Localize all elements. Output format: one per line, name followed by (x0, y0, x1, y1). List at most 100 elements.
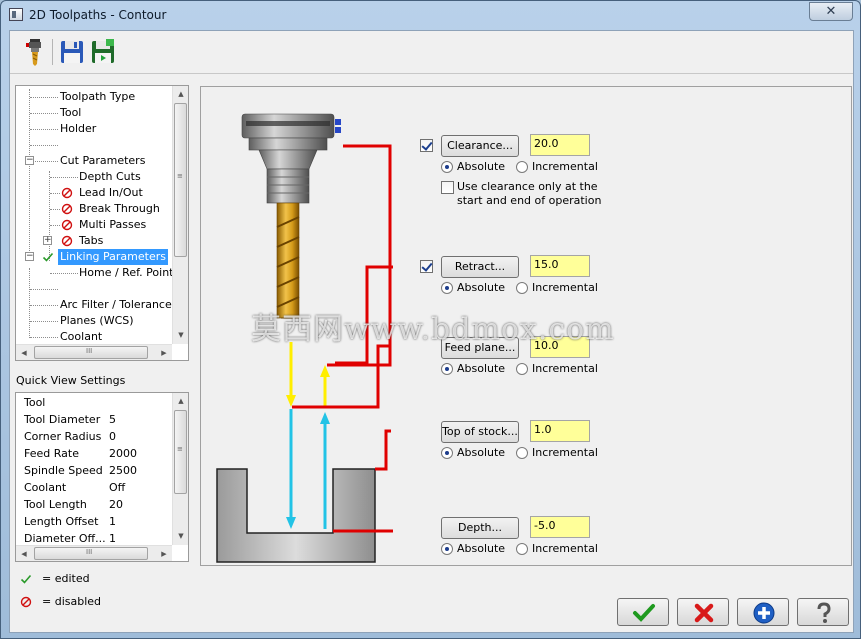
tree-line (30, 337, 58, 338)
retract-incremental-radio[interactable] (516, 282, 528, 294)
tree-item-depth-cuts[interactable]: Depth Cuts (79, 169, 141, 185)
scroll-up-arrow-icon[interactable]: ▲ (173, 393, 189, 409)
depth-button[interactable]: Depth... (441, 517, 519, 539)
retract-absolute-radio[interactable] (441, 282, 453, 294)
qv-label: Feed Rate (24, 447, 79, 460)
cancel-button[interactable] (677, 598, 729, 626)
scroll-up-arrow-icon[interactable]: ▲ (173, 86, 189, 102)
qv-row: Coolant Off (24, 479, 125, 496)
rapid-arrows (286, 409, 330, 529)
scroll-right-arrow-icon[interactable]: ▶ (156, 546, 172, 562)
clearance-start-end-only-checkbox[interactable] (441, 181, 454, 194)
depth-input[interactable]: -5.0 (530, 516, 590, 538)
ok-button[interactable] (617, 598, 669, 626)
expand-tabs-icon[interactable]: + (43, 236, 52, 245)
tree-item-holder[interactable]: Holder (60, 121, 96, 137)
tree-item-tool[interactable]: Tool (60, 105, 81, 121)
depth-absolute-radio[interactable] (441, 543, 453, 555)
collapse-cut-parameters-icon[interactable]: − (25, 156, 34, 165)
help-button[interactable] (797, 598, 849, 626)
top-of-stock-button[interactable]: Top of stock... (441, 421, 519, 443)
dialog-window: 2D Toolpaths - Contour ✕ Toolpath Type T… (0, 0, 861, 639)
scroll-right-arrow-icon[interactable]: ▶ (156, 345, 172, 361)
close-button[interactable]: ✕ (809, 2, 853, 21)
tree-line (49, 171, 50, 261)
feed-plane-incremental-label: Incremental (532, 362, 598, 375)
save-icon[interactable] (59, 37, 85, 67)
clearance-button[interactable]: Clearance... (441, 135, 519, 157)
scroll-down-arrow-icon[interactable]: ▼ (173, 327, 189, 343)
tree-vertical-scrollbar[interactable]: ▲ ≡ ▼ (172, 86, 188, 344)
retract-incremental-label: Incremental (532, 281, 598, 294)
retract-input[interactable]: 15.0 (530, 255, 590, 277)
top-of-stock-incremental-label: Incremental (532, 446, 598, 459)
collapse-linking-parameters-icon[interactable]: − (25, 252, 34, 261)
tree-horizontal-scrollbar[interactable]: ◀ III ▶ (16, 344, 172, 360)
tree-line (29, 268, 30, 338)
qv-label: Tool Diameter (24, 413, 101, 426)
help-icon (817, 602, 831, 623)
tree-line (35, 161, 58, 162)
tree-item-lead-in-out[interactable]: Lead In/Out (79, 185, 143, 201)
qv-horizontal-scrollbar[interactable]: ◀ III ▶ (16, 545, 172, 561)
qv-value: 2500 (109, 464, 137, 477)
clearance-absolute-label: Absolute (457, 160, 506, 173)
clearance-checkbox[interactable] (420, 139, 433, 152)
tree-line (50, 209, 60, 210)
toolbar (10, 31, 853, 74)
retract-checkbox[interactable] (420, 260, 433, 273)
top-of-stock-absolute-radio[interactable] (441, 447, 453, 459)
tree-item-linking-parameters[interactable]: Linking Parameters (58, 249, 168, 265)
tree-item-toolpath-type[interactable]: Toolpath Type (60, 89, 135, 105)
quick-view-title: Quick View Settings (16, 374, 126, 387)
parameter-tree[interactable]: Toolpath Type Tool Holder − Cut Paramete… (15, 85, 189, 361)
clearance-incremental-label: Incremental (532, 160, 598, 173)
scroll-left-arrow-icon[interactable]: ◀ (16, 546, 32, 562)
qv-value: 1 (109, 515, 116, 528)
legend-disabled-label: = disabled (42, 595, 102, 608)
qv-vertical-scrollbar[interactable]: ▲ ≡ ▼ (172, 393, 188, 545)
ok-check-icon (633, 604, 655, 622)
tree-item-coolant[interactable]: Coolant (60, 329, 102, 345)
disabled-icon (61, 203, 73, 215)
clearance-input[interactable]: 20.0 (530, 134, 590, 156)
quick-view-settings[interactable]: Tool Tool Diameter 5 Corner Radius 0 Feed … (15, 392, 189, 562)
tree-item-planes-wcs[interactable]: Planes (WCS) (60, 313, 134, 329)
tree-item-home-ref-points[interactable]: Home / Ref. Points (79, 265, 179, 281)
end-mill (276, 202, 300, 319)
tree-line (30, 129, 58, 130)
top-of-stock-absolute-label: Absolute (457, 446, 506, 459)
scroll-thumb[interactable] (174, 103, 187, 257)
tree-item-tabs[interactable]: Tabs (79, 233, 103, 249)
save-to-library-icon[interactable] (90, 37, 116, 67)
qv-value: Off (109, 481, 126, 494)
tree-item-multi-passes[interactable]: Multi Passes (79, 217, 146, 233)
top-of-stock-input[interactable]: 1.0 (530, 420, 590, 442)
tree-item-cut-parameters[interactable]: Cut Parameters (60, 153, 145, 169)
title-bar[interactable]: 2D Toolpaths - Contour ✕ (1, 1, 860, 29)
top-of-stock-incremental-radio[interactable] (516, 447, 528, 459)
feed-plane-incremental-radio[interactable] (516, 363, 528, 375)
apply-button[interactable] (737, 598, 789, 626)
qv-row: Tool Length 20 (24, 496, 123, 513)
watermark-text: 莫西网www.bdmox.com (251, 312, 615, 347)
cancel-x-icon (694, 603, 714, 623)
tree-line (50, 193, 60, 194)
clearance-start-end-only-label: Use clearance only at the start and end … (457, 180, 601, 208)
disabled-icon (61, 187, 73, 199)
clearance-absolute-radio[interactable] (441, 161, 453, 173)
qv-value: 5 (109, 413, 116, 426)
tree-item-arc-filter-tolerance[interactable]: Arc Filter / Tolerance (60, 297, 172, 313)
depth-incremental-radio[interactable] (516, 543, 528, 555)
tool-holder-icon[interactable] (22, 37, 48, 67)
retract-absolute-label: Absolute (457, 281, 506, 294)
scroll-left-arrow-icon[interactable]: ◀ (16, 345, 32, 361)
tree-item-break-through[interactable]: Break Through (79, 201, 160, 217)
tree-line (30, 113, 58, 114)
scroll-grip-icon: III (86, 548, 93, 556)
clearance-incremental-radio[interactable] (516, 161, 528, 173)
feed-plane-absolute-radio[interactable] (441, 363, 453, 375)
retract-button[interactable]: Retract... (441, 256, 519, 278)
scroll-down-arrow-icon[interactable]: ▼ (173, 528, 189, 544)
tree-line (30, 145, 58, 146)
